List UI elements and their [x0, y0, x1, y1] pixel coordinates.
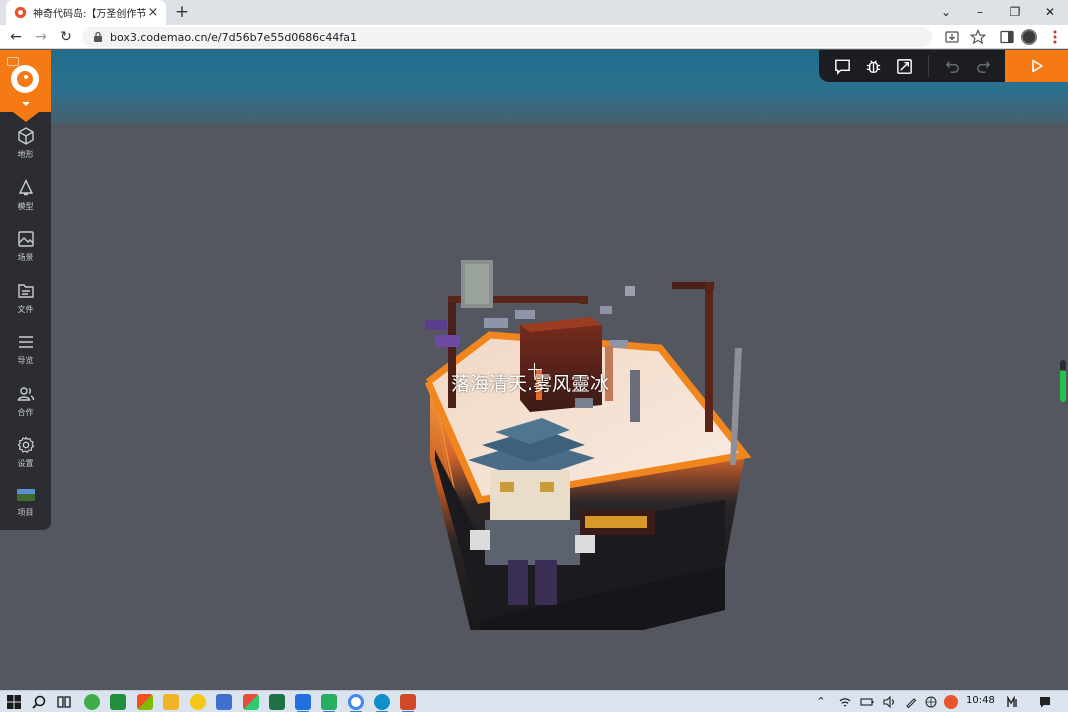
- sidebar-item-cooperate[interactable]: 合作: [0, 380, 51, 428]
- fullscreen-icon: [897, 58, 912, 74]
- redo-button[interactable]: [968, 50, 999, 82]
- chat-icon: [835, 59, 850, 75]
- app-tray-icon-2[interactable]: [1006, 695, 1020, 709]
- minimize-button[interactable]: –: [970, 2, 990, 22]
- debug-bug-icon: [866, 59, 881, 73]
- cube-icon: [17, 127, 34, 145]
- sidebar-item-label: 场景: [17, 253, 34, 262]
- tab-close-icon[interactable]: ×: [146, 5, 160, 20]
- side-status-indicator: [1060, 360, 1066, 402]
- input-method-icon[interactable]: [924, 695, 938, 709]
- voxel-island-drawing: [424, 260, 752, 670]
- chrome-icon[interactable]: [348, 694, 364, 710]
- voxel-scene: [380, 200, 780, 670]
- player-name-tag: 落海清天.雾风靈冰: [451, 373, 610, 395]
- sidebar-item-label: 文件: [17, 305, 34, 314]
- notification-icon[interactable]: [1038, 695, 1052, 709]
- back-button[interactable]: ←: [6, 27, 26, 47]
- logo-badge-icon: [7, 57, 19, 66]
- install-app-icon[interactable]: [943, 28, 961, 46]
- editor-viewport[interactable]: 落海清天.雾风靈冰 地形 模型 场景 文件 导览 合作 设置 项目: [0, 50, 1068, 690]
- windows-start-icon[interactable]: [6, 694, 22, 710]
- project-thumbnail: [16, 489, 35, 501]
- app-tray-icon[interactable]: [944, 695, 958, 709]
- undo-button[interactable]: [937, 50, 968, 82]
- redo-icon: [977, 60, 991, 73]
- battery-icon[interactable]: [860, 695, 874, 709]
- app-icon-green[interactable]: [84, 694, 100, 710]
- system-clock[interactable]: 10:48: [966, 695, 995, 706]
- reload-button[interactable]: ↻: [56, 27, 76, 47]
- tab-title: 神奇代码岛:【万圣创作节】: [33, 9, 146, 20]
- tab-search-chevron-icon[interactable]: ⌄: [936, 2, 956, 22]
- play-icon: [1031, 59, 1043, 73]
- pen-icon[interactable]: [904, 695, 918, 709]
- task-view-icon[interactable]: [56, 694, 72, 710]
- bell-icon: [18, 178, 33, 196]
- menu-caret-icon: [22, 102, 30, 106]
- picture-icon: [17, 231, 34, 247]
- restore-button[interactable]: ❐: [1005, 2, 1025, 22]
- sidebar-item-settings[interactable]: 设置: [0, 431, 51, 479]
- edge-icon[interactable]: [374, 694, 390, 710]
- security-shield-icon[interactable]: [110, 694, 126, 710]
- app-icon-blue[interactable]: [216, 694, 232, 710]
- list-icon: [18, 336, 33, 348]
- side-panel-icon[interactable]: [998, 28, 1016, 46]
- editor-sidebar: 地形 模型 场景 文件 导览 合作 设置 项目: [0, 50, 51, 530]
- wifi-icon[interactable]: [838, 695, 852, 709]
- browser-tab-bar: 神奇代码岛:【万圣创作节】 × + ⌄ – ❐ ✕: [0, 0, 1068, 25]
- more-menu-icon[interactable]: [1046, 28, 1064, 46]
- folder-icon: [17, 284, 34, 298]
- wechat-icon[interactable]: [321, 694, 337, 710]
- search-icon[interactable]: [31, 694, 47, 710]
- tray-overflow-chevron-icon[interactable]: ⌃: [814, 695, 828, 709]
- file-explorer-icon[interactable]: [163, 694, 179, 710]
- box3-logo-menu[interactable]: [0, 50, 51, 122]
- gear-icon: [17, 436, 34, 454]
- app-icon-tiles[interactable]: [243, 694, 259, 710]
- profile-avatar[interactable]: [1021, 29, 1037, 45]
- windows-taskbar: ⌃ 10:48: [0, 690, 1068, 712]
- new-tab-button[interactable]: +: [172, 2, 192, 22]
- codemao-favicon-icon: [14, 6, 27, 19]
- sidebar-item-scene[interactable]: 场景: [0, 225, 51, 273]
- editor-toolbar: [819, 50, 1068, 82]
- fullscreen-button[interactable]: [889, 50, 920, 82]
- bookmark-star-icon[interactable]: [969, 28, 987, 46]
- sidebar-item-label: 地形: [17, 150, 34, 159]
- lock-icon: [94, 31, 102, 42]
- debug-button[interactable]: [858, 50, 889, 82]
- undo-icon: [945, 60, 959, 73]
- app-icon-yellow[interactable]: [190, 694, 206, 710]
- users-icon: [17, 387, 34, 401]
- powerpoint-icon[interactable]: [400, 694, 416, 710]
- chat-button[interactable]: [827, 50, 858, 82]
- forward-button[interactable]: →: [31, 27, 51, 47]
- browser-tab[interactable]: 神奇代码岛:【万圣创作节】 ×: [6, 0, 166, 25]
- sidebar-item-model[interactable]: 模型: [0, 174, 51, 222]
- sidebar-item-file[interactable]: 文件: [0, 277, 51, 325]
- sidebar-item-label: 设置: [17, 459, 34, 468]
- sidebar-item-label: 合作: [17, 408, 34, 417]
- address-bar: ← → ↻ box3.codemao.cn/e/7d56b7e55d0686c4…: [0, 25, 1068, 49]
- sidebar-item-terrain[interactable]: 地形: [0, 122, 51, 170]
- run-button[interactable]: [1005, 50, 1068, 82]
- store-icon[interactable]: [137, 694, 153, 710]
- close-window-button[interactable]: ✕: [1040, 2, 1060, 22]
- sidebar-item-label: 项目: [17, 508, 34, 517]
- app-icon-dark-blue[interactable]: [295, 694, 311, 710]
- sidebar-item-label: 模型: [17, 202, 34, 211]
- volume-icon[interactable]: [882, 695, 896, 709]
- excel-icon[interactable]: [269, 694, 285, 710]
- sidebar-item-project[interactable]: 项目: [0, 483, 51, 531]
- sidebar-item-label: 导览: [17, 356, 34, 365]
- url-text: box3.codemao.cn/e/7d56b7e55d0686c44fa1: [110, 30, 357, 44]
- url-input[interactable]: box3.codemao.cn/e/7d56b7e55d0686c44fa1: [82, 27, 932, 47]
- sidebar-item-navigation[interactable]: 导览: [0, 328, 51, 376]
